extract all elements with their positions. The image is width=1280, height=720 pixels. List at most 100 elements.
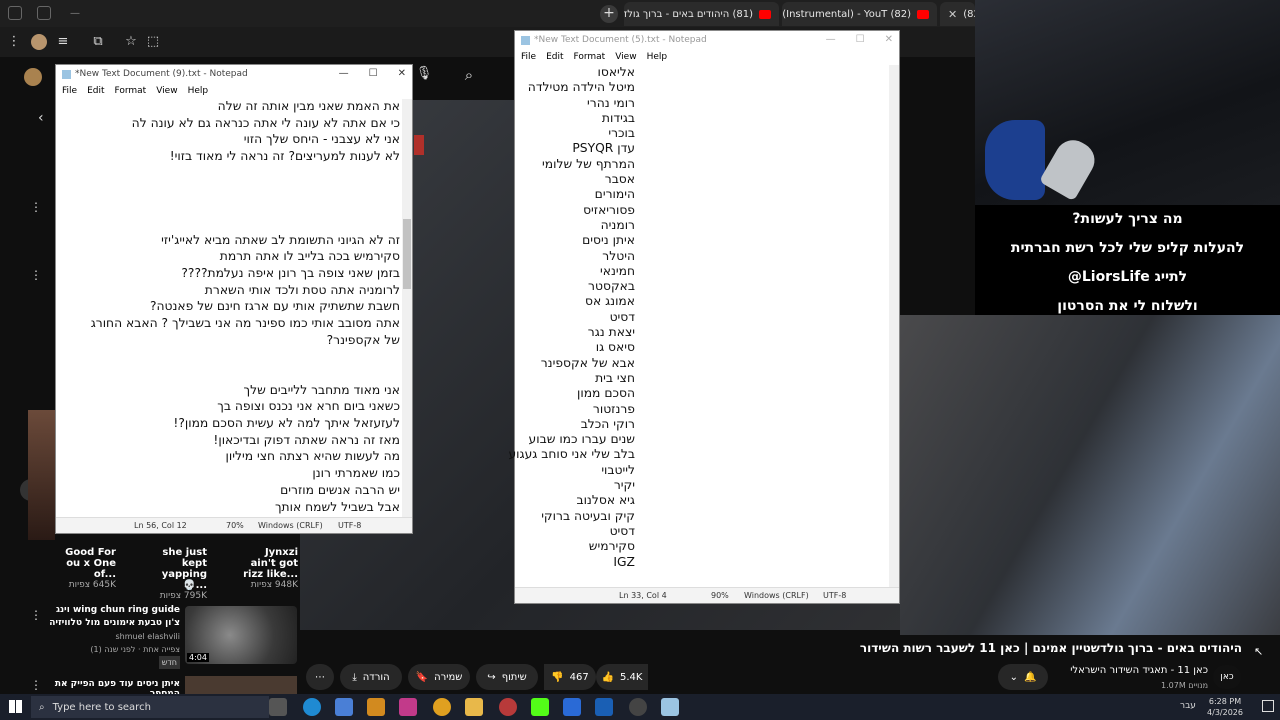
windows-start-icon[interactable] bbox=[9, 700, 22, 713]
task-view-icon[interactable] bbox=[269, 698, 287, 716]
cursor-icon: ↖ bbox=[1254, 645, 1264, 658]
short-thumbnail[interactable] bbox=[28, 410, 55, 540]
text-line: גיא אסלנוב bbox=[576, 493, 635, 508]
download-icon: ⤓ bbox=[352, 671, 357, 683]
screenshot-icon[interactable]: ⬚ bbox=[145, 34, 161, 50]
text-line: יקיר bbox=[613, 478, 635, 493]
notepad-statusbar: Ln 33, Col 4 90% Windows (CRLF) UTF-8 bbox=[515, 587, 899, 603]
subscriber-count: 1.07M מנויים bbox=[1161, 681, 1208, 690]
like-button[interactable]: 👍 5.4K bbox=[596, 664, 648, 690]
text-line: באקסטר bbox=[588, 279, 635, 294]
menu-view[interactable]: View bbox=[156, 86, 177, 96]
more-icon[interactable]: ⋮ bbox=[30, 268, 42, 282]
text-line: בגידות bbox=[601, 110, 635, 125]
clock[interactable]: 6:28 PM 4/3/2026 bbox=[1200, 696, 1250, 718]
window-menu-icon[interactable] bbox=[8, 6, 22, 20]
text-line: עדן PSYQR bbox=[572, 141, 635, 156]
text-line: אבא של אקספינר bbox=[540, 355, 635, 370]
text-line: פרנזטור bbox=[592, 401, 635, 416]
kick-icon[interactable] bbox=[531, 698, 549, 716]
copilot-icon[interactable] bbox=[367, 698, 385, 716]
tab-stan[interactable]: (82) Stan (Instrumental) - YouT✕ bbox=[782, 2, 937, 26]
text-line: אליאסו bbox=[597, 65, 635, 79]
store-icon[interactable] bbox=[335, 698, 353, 716]
channel-avatar[interactable]: כאן bbox=[1213, 665, 1241, 689]
text-line: אמונג אס bbox=[584, 294, 635, 309]
notepad-window-5[interactable]: *New Text Document (5).txt - Notepad — ☐ ✕… bbox=[508, 30, 900, 604]
extensions-icon[interactable]: ⧉ bbox=[90, 34, 106, 50]
short-item-1[interactable]: Good For ou x One of... 645K צפיות bbox=[56, 547, 116, 590]
menu-view[interactable]: View bbox=[615, 52, 636, 62]
text-line: קיק ובעיטה ברוקי bbox=[541, 508, 635, 523]
menu-edit[interactable]: Edit bbox=[87, 86, 104, 96]
taskbar-search[interactable]: ⌕ Type here to search bbox=[31, 696, 269, 718]
menu-help[interactable]: Help bbox=[647, 52, 668, 62]
tab-search-icon[interactable] bbox=[37, 6, 51, 20]
language-indicator[interactable]: עבר bbox=[1180, 701, 1196, 711]
bookmark-icon: 🔖 bbox=[415, 671, 429, 683]
star-icon[interactable]: ☆ bbox=[123, 34, 139, 50]
tab-third[interactable]: ✕(82 bbox=[940, 2, 975, 26]
notifications-icon[interactable] bbox=[1262, 700, 1274, 712]
rec-thumbnail-2[interactable] bbox=[185, 676, 297, 694]
obs-icon[interactable] bbox=[629, 698, 647, 716]
text-line: בלב שלי אני סוחב געגוע bbox=[508, 447, 635, 462]
subscribe-bell-button[interactable]: ⌄ 🔔 bbox=[998, 664, 1048, 690]
window-controls: — ☐ ✕ bbox=[826, 34, 893, 45]
more-icon[interactable]: ⋮ bbox=[6, 34, 22, 50]
menu-help[interactable]: Help bbox=[188, 86, 209, 96]
app-icon[interactable] bbox=[399, 698, 417, 716]
more-icon[interactable]: ⋮ bbox=[30, 678, 42, 692]
text-line: היטלר bbox=[602, 248, 635, 263]
notepad-menu: File Edit Format View Help bbox=[515, 49, 899, 65]
notepad-taskbar-icon[interactable] bbox=[661, 698, 679, 716]
minimize-icon[interactable]: — bbox=[70, 8, 80, 19]
close-icon[interactable]: ✕ bbox=[885, 34, 893, 45]
minimize-icon[interactable]: — bbox=[826, 34, 836, 45]
chrome-icon[interactable] bbox=[433, 698, 451, 716]
text-line: חצי בית bbox=[595, 370, 635, 385]
avatar[interactable] bbox=[24, 68, 42, 86]
download-button[interactable]: ⤓ הורדה bbox=[340, 664, 402, 690]
text-line: לייטבוי bbox=[601, 462, 635, 477]
menu-format[interactable]: Format bbox=[115, 86, 147, 96]
menu-format[interactable]: Format bbox=[574, 52, 606, 62]
text-line: פסוריאזיס bbox=[583, 202, 635, 217]
menu-edit[interactable]: Edit bbox=[546, 52, 563, 62]
text-line: רומי נהרי bbox=[587, 95, 635, 110]
app-icon[interactable] bbox=[499, 698, 517, 716]
share-button[interactable]: ↪ שיתוף bbox=[476, 664, 538, 690]
close-icon[interactable]: ✕ bbox=[948, 8, 957, 21]
new-tab-button[interactable]: + bbox=[600, 5, 618, 23]
scrollbar[interactable] bbox=[889, 65, 899, 587]
edge-icon[interactable] bbox=[303, 698, 321, 716]
menu-file[interactable]: File bbox=[62, 86, 77, 96]
save-button[interactable]: 🔖 שמירה bbox=[408, 664, 470, 690]
profile-avatar[interactable] bbox=[31, 34, 47, 50]
rec-video-info[interactable]: wing chun ring guide וינג צ'ון טבעת אימו… bbox=[44, 604, 180, 670]
more-icon[interactable]: ⋮ bbox=[30, 200, 42, 214]
video-title: היהודים באים - ברוך גולדשטיין אמינם | כא… bbox=[859, 641, 1242, 655]
more-actions-button[interactable]: ⋯ bbox=[306, 664, 334, 690]
text-line: הסכם ממון bbox=[577, 386, 635, 401]
text-line: רוקי הכלב bbox=[580, 416, 635, 431]
maximize-icon[interactable]: ☐ bbox=[856, 34, 865, 45]
more-icon[interactable]: ⋮ bbox=[30, 608, 42, 622]
app-icon[interactable] bbox=[595, 698, 613, 716]
bell-icon: 🔔 bbox=[1023, 671, 1037, 683]
channel-name[interactable]: כאן 11 - תאגיד השידור הישראלי bbox=[1060, 665, 1208, 676]
search-icon: ⌕ bbox=[39, 701, 45, 713]
app-icon[interactable] bbox=[563, 698, 581, 716]
menu-file[interactable]: File bbox=[521, 52, 536, 62]
folder-icon[interactable] bbox=[465, 698, 483, 716]
tab-current-video[interactable]: (81) היהודים באים - ברוך גולדש✕ bbox=[624, 2, 779, 26]
share-icon: ↪ bbox=[487, 671, 496, 683]
dislike-button[interactable]: 👎 467 bbox=[544, 664, 596, 690]
text-line: איתן ניסים bbox=[582, 233, 635, 248]
text-line: סיאס גו bbox=[595, 340, 635, 355]
reading-list-icon[interactable]: ≡ bbox=[55, 34, 71, 50]
video-frame-right bbox=[900, 315, 1280, 635]
chevron-left-icon[interactable]: ‹ bbox=[38, 110, 44, 126]
short-item-2[interactable]: she just kept yapping 💀... 795K צפיות bbox=[141, 547, 207, 601]
notepad-text-area[interactable]: אליאסו מיטל הילדה מטילדה רומי נהרי בגידות בו… bbox=[285, 65, 635, 575]
